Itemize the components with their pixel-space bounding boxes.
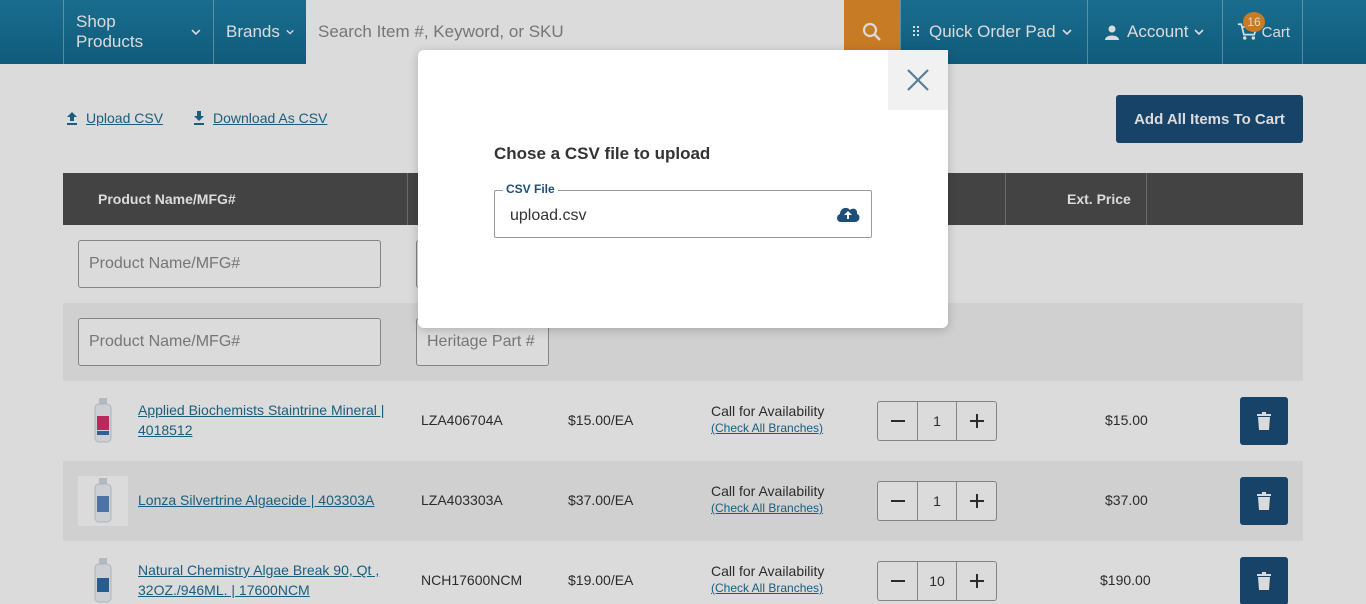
close-icon — [907, 69, 929, 91]
upload-csv-modal: Chose a CSV file to upload CSV File uplo… — [418, 50, 948, 328]
csv-file-name: upload.csv — [510, 207, 587, 224]
close-button[interactable] — [888, 50, 948, 110]
csv-file-label: CSV File — [503, 182, 558, 196]
cloud-upload-icon[interactable] — [835, 204, 861, 224]
csv-file-field[interactable]: CSV File upload.csv — [494, 182, 872, 238]
modal-title: Chose a CSV file to upload — [494, 144, 711, 163]
